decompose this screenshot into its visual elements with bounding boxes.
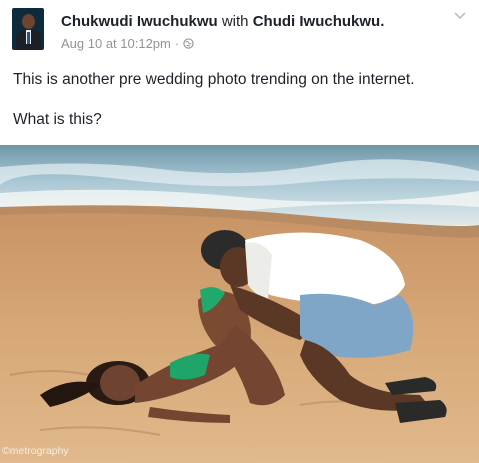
- post-photo[interactable]: ©metrography: [0, 145, 479, 463]
- with-text: with: [221, 13, 249, 30]
- author-avatar[interactable]: [12, 8, 44, 50]
- beach-photo-image: [0, 145, 479, 463]
- post-header: Chukwudi Iwuchukwu with Chudi Iwuchukwu.…: [12, 8, 472, 54]
- globe-icon[interactable]: [183, 38, 194, 49]
- tagged-name-link[interactable]: Chudi Iwuchukwu.: [253, 13, 385, 30]
- post-meta: Aug 10 at 10:12pm ·: [61, 36, 194, 51]
- chevron-down-icon[interactable]: [452, 10, 468, 22]
- photo-watermark: ©metrography: [2, 445, 69, 457]
- post-timestamp[interactable]: Aug 10 at 10:12pm: [61, 36, 171, 51]
- post-text-line-1: This is another pre wedding photo trendi…: [13, 71, 415, 88]
- post-author-line: Chukwudi Iwuchukwu with Chudi Iwuchukwu.: [61, 13, 384, 31]
- meta-separator: ·: [174, 36, 180, 51]
- post-text-line-2: What is this?: [13, 111, 102, 128]
- author-name-link[interactable]: Chukwudi Iwuchukwu: [61, 13, 218, 30]
- facebook-post: Chukwudi Iwuchukwu with Chudi Iwuchukwu.…: [0, 0, 479, 463]
